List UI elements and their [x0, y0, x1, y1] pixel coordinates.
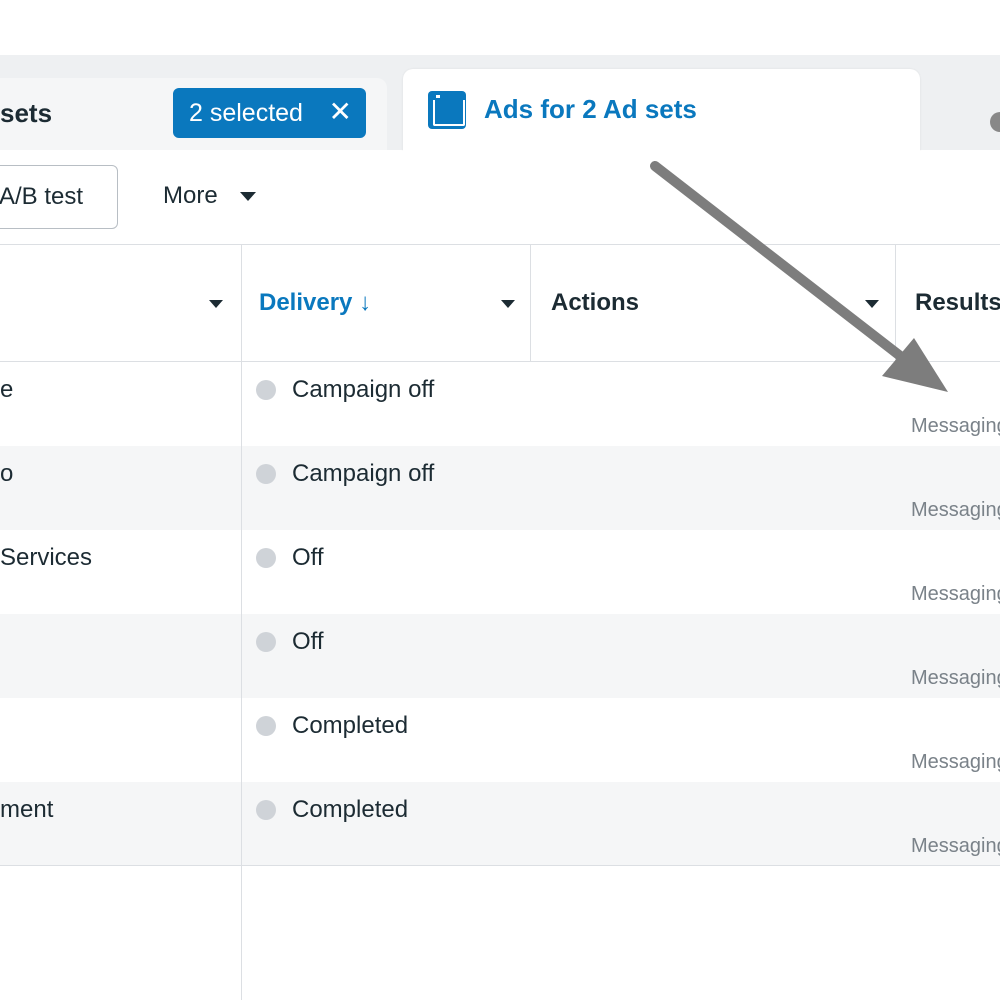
column-divider	[241, 245, 242, 361]
row-delivery: Completed	[292, 712, 409, 739]
more-label: More	[163, 182, 218, 209]
row-delivery: Campaign off	[292, 376, 435, 403]
selection-chip-label: 2 selected	[189, 98, 303, 127]
selection-chip[interactable]: 2 selected ✕	[173, 88, 366, 138]
status-dot-icon	[256, 464, 276, 484]
tab-ads-label: Ads for 2 Ad sets	[484, 94, 697, 124]
status-dot-icon	[256, 548, 276, 568]
row-result-type: Messaging	[911, 583, 1000, 605]
close-icon[interactable]: ✕	[329, 97, 352, 127]
row-result-type: Messaging	[911, 751, 1000, 773]
more-button[interactable]: More	[163, 182, 256, 210]
ad-window-icon	[428, 91, 466, 129]
table-row[interactable]: Services Off Messaging	[0, 530, 1000, 614]
column-divider	[895, 245, 896, 361]
row-result-type: Messaging	[911, 667, 1000, 689]
status-dot-icon	[256, 632, 276, 652]
tab-ad-sets-label: sets	[0, 98, 53, 128]
delivery-column-menu-icon[interactable]	[501, 300, 515, 308]
table-bottom-border	[0, 865, 1000, 866]
row-result-type: Messaging	[911, 835, 1000, 857]
tab-ads[interactable]: Ads for 2 Ad sets	[403, 69, 920, 151]
table-row[interactable]: e Campaign off Messaging	[0, 362, 1000, 446]
column-divider	[530, 245, 531, 361]
row-name[interactable]: Services	[0, 544, 92, 572]
caret-down-icon	[239, 191, 256, 201]
table-row[interactable]: ment Completed Messaging	[0, 782, 1000, 866]
status-dot-icon	[256, 380, 276, 400]
row-name[interactable]: o	[0, 460, 13, 488]
table-row[interactable]: Off Messaging	[0, 614, 1000, 698]
table-row[interactable]: Completed Messaging	[0, 698, 1000, 782]
row-delivery: Completed	[292, 796, 409, 823]
results-column-header[interactable]: Results	[915, 289, 1000, 317]
toolbar	[0, 151, 1000, 244]
row-delivery: Campaign off	[292, 460, 435, 487]
table-header: Delivery ↓ Actions Results	[0, 244, 1000, 362]
delivery-column-header[interactable]: Delivery ↓	[259, 289, 371, 317]
actions-column-header[interactable]: Actions	[551, 289, 639, 317]
ab-test-label: A/B test	[0, 183, 84, 210]
row-delivery: Off	[292, 628, 324, 655]
row-delivery: Off	[292, 544, 324, 571]
status-dot-icon	[256, 716, 276, 736]
row-result-type: Messaging	[911, 499, 1000, 521]
status-dot-icon	[256, 800, 276, 820]
name-column-menu-icon[interactable]	[209, 300, 223, 308]
row-result-type: Messaging	[911, 415, 1000, 437]
actions-column-menu-icon[interactable]	[865, 300, 879, 308]
row-name[interactable]: e	[0, 376, 13, 404]
table-row[interactable]: o Campaign off Messaging	[0, 446, 1000, 530]
ab-test-button[interactable]: A/B test	[0, 165, 118, 229]
row-name[interactable]: ment	[0, 796, 53, 824]
column-divider	[241, 362, 242, 1000]
